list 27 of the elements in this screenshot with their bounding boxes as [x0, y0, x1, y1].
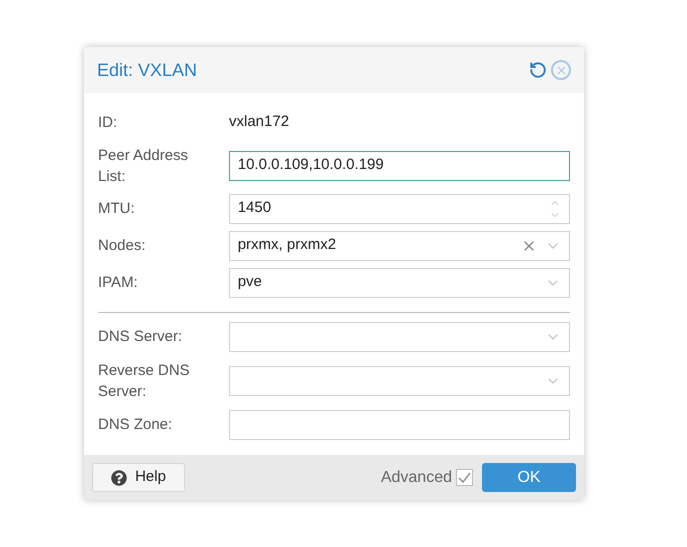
- field-label: MTU:: [98, 199, 136, 219]
- advanced-label: Advanced: [380, 468, 452, 488]
- field-label: DNS Server:: [98, 327, 184, 347]
- help-icon: [111, 470, 128, 486]
- field-value: vxlan172: [229, 112, 290, 132]
- field-label: IPAM:: [98, 273, 139, 293]
- field-label: DNS Zone:: [98, 415, 174, 435]
- field-value: prxmx, prxmx2: [238, 235, 336, 256]
- dropdown-field[interactable]: [228, 322, 570, 352]
- field-label: Nodes:: [98, 236, 147, 256]
- field-value: 1450: [238, 198, 272, 218]
- reset-icon[interactable]: [529, 61, 547, 79]
- field-value: pve: [238, 272, 262, 292]
- advanced-checkbox[interactable]: [456, 469, 473, 486]
- input-field[interactable]: [228, 410, 570, 440]
- window-title: Edit: VXLAN: [97, 58, 198, 82]
- input-field[interactable]: 10.0.0.109,10.0.0.199: [228, 150, 570, 180]
- field-label: ID:: [98, 112, 118, 133]
- dropdown-field[interactable]: prxmx, prxmx2: [228, 230, 570, 260]
- field-label: Peer Address List:: [98, 146, 190, 186]
- help-button[interactable]: Help: [92, 463, 185, 492]
- field-label: Reverse DNS Server:: [98, 360, 191, 402]
- field-value: 10.0.0.109,10.0.0.199: [238, 155, 384, 176]
- dropdown-field[interactable]: [228, 366, 570, 396]
- dropdown-field[interactable]: pve: [228, 268, 570, 298]
- close-icon[interactable]: [551, 60, 571, 80]
- number-field[interactable]: 1450: [228, 194, 570, 224]
